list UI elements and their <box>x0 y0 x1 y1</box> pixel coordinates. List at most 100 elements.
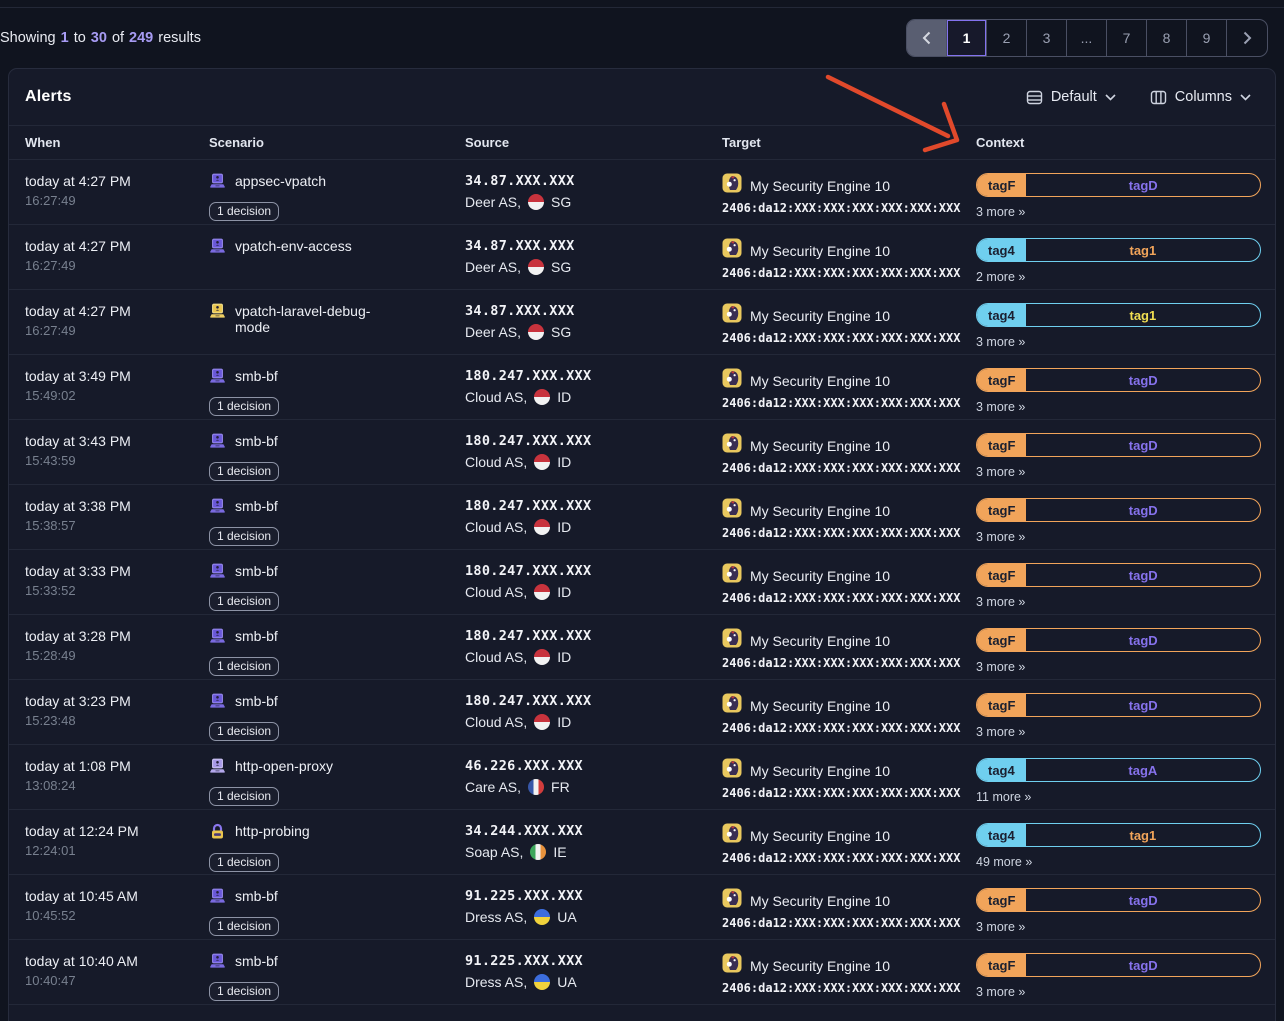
context-tag-right[interactable]: tagD <box>1026 694 1260 716</box>
source-ip[interactable]: 34.87.XXX.XXX <box>465 173 708 189</box>
context-tag-left[interactable]: tagF <box>977 889 1026 911</box>
more-tags-link[interactable]: 3 more » <box>976 205 1261 219</box>
pagination-page-button[interactable]: 1 <box>947 20 987 56</box>
pagination-page-button[interactable]: 9 <box>1187 20 1227 56</box>
context-tag-right[interactable]: tagD <box>1026 564 1260 586</box>
source-ip[interactable]: 180.247.XXX.XXX <box>465 563 708 579</box>
context-tag-left[interactable]: tagF <box>977 499 1026 521</box>
more-tags-link[interactable]: 3 more » <box>976 465 1261 479</box>
source-ip[interactable]: 180.247.XXX.XXX <box>465 498 708 514</box>
context-tag-pill[interactable]: tagF tagD <box>976 628 1261 652</box>
table-row[interactable]: today at 3:49 PM 15:49:02 smb-bf 1 decis… <box>9 355 1275 420</box>
decision-badge[interactable]: 1 decision <box>209 527 279 546</box>
column-header-when[interactable]: When <box>25 135 209 150</box>
context-tag-right[interactable]: tagD <box>1026 499 1260 521</box>
more-tags-link[interactable]: 49 more » <box>976 855 1261 869</box>
table-row[interactable]: today at 4:27 PM 16:27:49 appsec-vpatch … <box>9 160 1275 225</box>
more-tags-link[interactable]: 3 more » <box>976 595 1261 609</box>
table-row[interactable]: today at 3:23 PM 15:23:48 smb-bf 1 decis… <box>9 680 1275 745</box>
context-tag-pill[interactable]: tagF tagD <box>976 498 1261 522</box>
source-ip[interactable]: 34.87.XXX.XXX <box>465 238 708 254</box>
decision-badge[interactable]: 1 decision <box>209 787 279 806</box>
decision-badge[interactable]: 1 decision <box>209 917 279 936</box>
more-tags-link[interactable]: 3 more » <box>976 920 1261 934</box>
scenario-name[interactable]: smb-bf <box>235 498 278 514</box>
decision-badge[interactable]: 1 decision <box>209 982 279 1001</box>
context-tag-left[interactable]: tagF <box>977 564 1026 586</box>
scenario-name[interactable]: smb-bf <box>235 693 278 709</box>
pagination-page-button[interactable]: 8 <box>1147 20 1187 56</box>
context-tag-pill[interactable]: tag4 tag1 <box>976 303 1261 327</box>
context-tag-left[interactable]: tagF <box>977 694 1026 716</box>
source-ip[interactable]: 180.247.XXX.XXX <box>465 628 708 644</box>
source-ip[interactable]: 180.247.XXX.XXX <box>465 433 708 449</box>
source-ip[interactable]: 34.87.XXX.XXX <box>465 303 708 319</box>
source-ip[interactable]: 91.225.XXX.XXX <box>465 953 708 969</box>
table-row[interactable]: today at 1:08 PM 13:08:24 http-open-prox… <box>9 745 1275 810</box>
source-ip[interactable]: 91.225.XXX.XXX <box>465 888 708 904</box>
context-tag-pill[interactable]: tagF tagD <box>976 433 1261 457</box>
more-tags-link[interactable]: 2 more » <box>976 270 1261 284</box>
context-tag-right[interactable]: tagD <box>1026 434 1260 456</box>
table-row[interactable]: today at 4:27 PM 16:27:49 vpatch-laravel… <box>9 290 1275 355</box>
context-tag-right[interactable]: tagA <box>1026 759 1260 781</box>
context-tag-right[interactable]: tag1 <box>1026 304 1260 326</box>
table-row[interactable]: today at 4:27 PM 16:27:49 vpatch-env-acc… <box>9 225 1275 290</box>
table-row[interactable]: today at 12:24 PM 12:24:01 http-probing … <box>9 810 1275 875</box>
context-tag-pill[interactable]: tag4 tagA <box>976 758 1261 782</box>
scenario-name[interactable]: smb-bf <box>235 953 278 969</box>
decision-badge[interactable]: 1 decision <box>209 202 279 221</box>
table-row[interactable]: today at 10:45 AM 10:45:52 smb-bf 1 deci… <box>9 875 1275 940</box>
context-tag-right[interactable]: tagD <box>1026 954 1260 976</box>
scenario-name[interactable]: smb-bf <box>235 628 278 644</box>
context-tag-left[interactable]: tagF <box>977 174 1026 196</box>
table-row[interactable]: today at 3:43 PM 15:43:59 smb-bf 1 decis… <box>9 420 1275 485</box>
context-tag-pill[interactable]: tagF tagD <box>976 173 1261 197</box>
more-tags-link[interactable]: 3 more » <box>976 725 1261 739</box>
pagination-next-button[interactable] <box>1227 20 1267 56</box>
context-tag-left[interactable]: tag4 <box>977 239 1026 261</box>
pagination-prev-button[interactable] <box>907 20 947 56</box>
context-tag-right[interactable]: tag1 <box>1026 824 1260 846</box>
table-row[interactable]: today at 3:28 PM 15:28:49 smb-bf 1 decis… <box>9 615 1275 680</box>
context-tag-left[interactable]: tagF <box>977 629 1026 651</box>
scenario-name[interactable]: http-probing <box>235 823 310 839</box>
table-row[interactable]: today at 3:33 PM 15:33:52 smb-bf 1 decis… <box>9 550 1275 615</box>
scenario-name[interactable]: http-open-proxy <box>235 758 333 774</box>
more-tags-link[interactable]: 3 more » <box>976 335 1261 349</box>
scenario-name[interactable]: vpatch-env-access <box>235 238 352 254</box>
context-tag-pill[interactable]: tagF tagD <box>976 888 1261 912</box>
column-header-target[interactable]: Target <box>722 135 976 150</box>
context-tag-right[interactable]: tagD <box>1026 174 1260 196</box>
context-tag-pill[interactable]: tag4 tag1 <box>976 823 1261 847</box>
scenario-name[interactable]: appsec-vpatch <box>235 173 326 189</box>
more-tags-link[interactable]: 3 more » <box>976 400 1261 414</box>
table-row[interactable]: today at 3:38 PM 15:38:57 smb-bf 1 decis… <box>9 485 1275 550</box>
table-row[interactable]: today at 10:40 AM 10:40:47 smb-bf 1 deci… <box>9 940 1275 1005</box>
decision-badge[interactable]: 1 decision <box>209 397 279 416</box>
scenario-name[interactable]: vpatch-laravel-debug-mode <box>235 303 395 335</box>
decision-badge[interactable]: 1 decision <box>209 462 279 481</box>
more-tags-link[interactable]: 3 more » <box>976 985 1261 999</box>
column-header-source[interactable]: Source <box>465 135 722 150</box>
context-tag-left[interactable]: tag4 <box>977 304 1026 326</box>
context-tag-right[interactable]: tagD <box>1026 369 1260 391</box>
context-tag-left[interactable]: tagF <box>977 434 1026 456</box>
context-tag-pill[interactable]: tagF tagD <box>976 693 1261 717</box>
source-ip[interactable]: 46.226.XXX.XXX <box>465 758 708 774</box>
column-header-context[interactable]: Context <box>976 135 1275 150</box>
decision-badge[interactable]: 1 decision <box>209 657 279 676</box>
context-tag-left[interactable]: tag4 <box>977 759 1026 781</box>
source-ip[interactable]: 180.247.XXX.XXX <box>465 368 708 384</box>
pagination-page-button[interactable]: 7 <box>1107 20 1147 56</box>
scenario-name[interactable]: smb-bf <box>235 433 278 449</box>
pagination-page-button[interactable]: 2 <box>987 20 1027 56</box>
context-tag-right[interactable]: tag1 <box>1026 239 1260 261</box>
decision-badge[interactable]: 1 decision <box>209 853 279 872</box>
pagination-ellipsis[interactable]: ... <box>1067 20 1107 56</box>
context-tag-right[interactable]: tagD <box>1026 629 1260 651</box>
scenario-name[interactable]: smb-bf <box>235 888 278 904</box>
context-tag-right[interactable]: tagD <box>1026 889 1260 911</box>
context-tag-pill[interactable]: tagF tagD <box>976 368 1261 392</box>
context-tag-pill[interactable]: tag4 tag1 <box>976 238 1261 262</box>
